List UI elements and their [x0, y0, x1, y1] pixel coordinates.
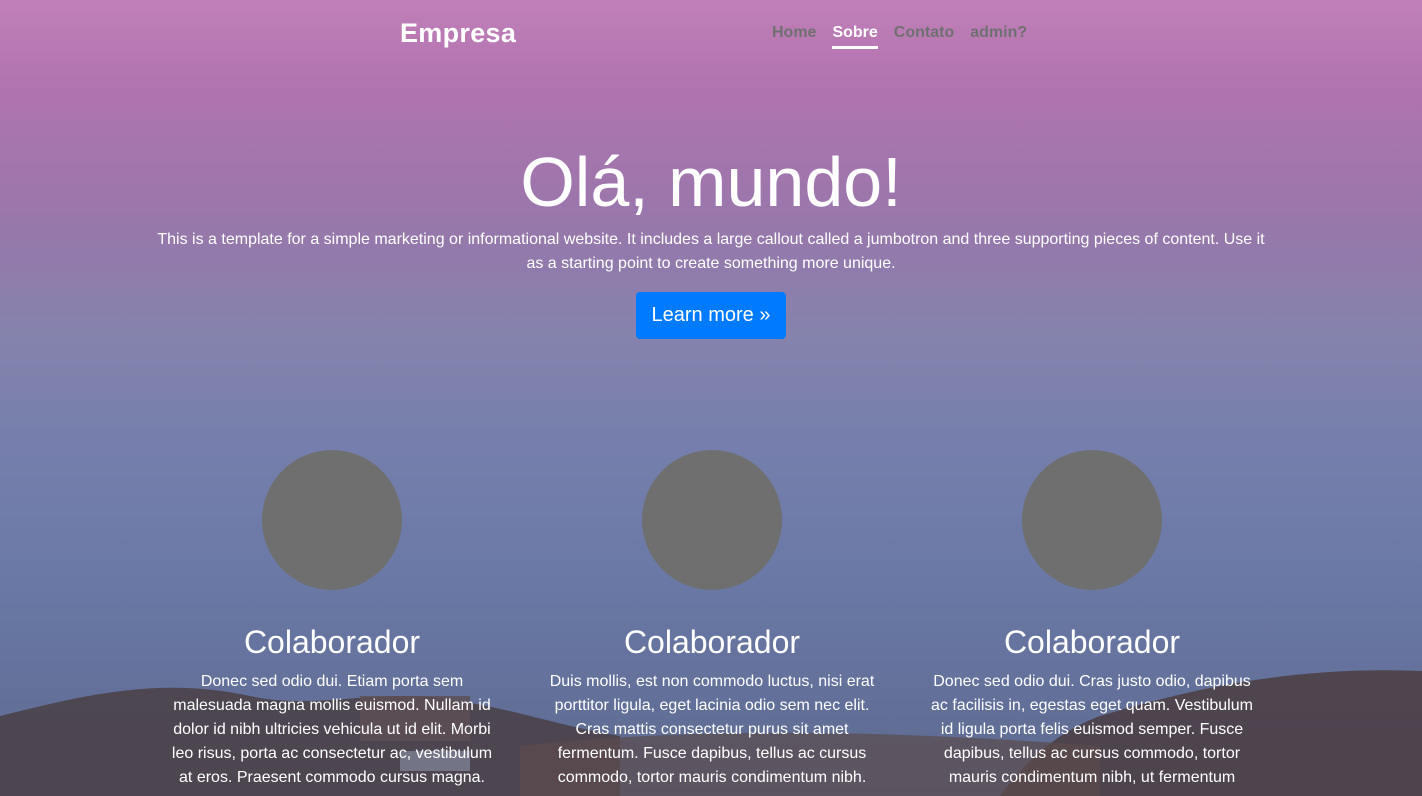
top-navbar: Empresa Home Sobre Contato admin?: [0, 0, 1422, 70]
collaborator-card: Colaborador Duis mollis, est non commodo…: [522, 450, 902, 790]
nav-link-contato[interactable]: Contato: [894, 24, 954, 49]
avatar: [1022, 450, 1162, 590]
nav-link-home[interactable]: Home: [772, 24, 816, 49]
nav-link-sobre[interactable]: Sobre: [832, 24, 878, 49]
brand-logo[interactable]: Empresa: [400, 18, 516, 49]
collaborator-heading: Colaborador: [243, 624, 421, 660]
hero-lead: This is a template for a simple marketin…: [157, 231, 1265, 272]
collaborator-card: Colaborador Donec sed odio dui. Cras jus…: [902, 450, 1282, 790]
nav-links: Home Sobre Contato admin?: [772, 24, 1027, 49]
collaborator-text: Duis mollis, est non commodo luctus, nis…: [549, 673, 875, 786]
learn-more-button[interactable]: Learn more »: [635, 292, 787, 339]
avatar: [262, 450, 402, 590]
collaborator-text: Donec sed odio dui. Etiam porta sem male…: [171, 673, 493, 786]
hero-title: Olá, mundo!: [520, 143, 902, 221]
collaborator-heading: Colaborador: [623, 624, 801, 660]
collaborators-section: Colaborador Donec sed odio dui. Etiam po…: [142, 450, 1282, 790]
collaborator-text: Donec sed odio dui. Cras justo odio, dap…: [931, 673, 1253, 786]
collaborator-heading: Colaborador: [1003, 624, 1181, 660]
avatar: [642, 450, 782, 590]
jumbotron: Olá, mundo! This is a template for a sim…: [0, 138, 1422, 339]
nav-link-admin[interactable]: admin?: [970, 24, 1027, 49]
collaborator-card: Colaborador Donec sed odio dui. Etiam po…: [142, 450, 522, 790]
